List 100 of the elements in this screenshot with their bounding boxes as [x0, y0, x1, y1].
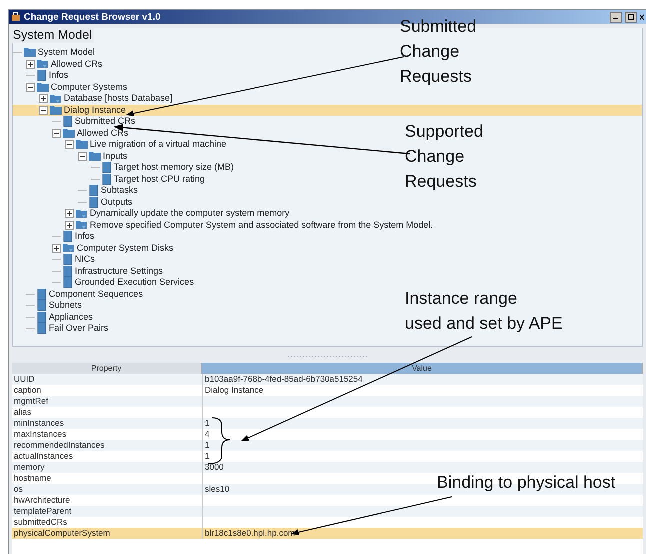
tree-item[interactable]: Infos: [49, 70, 69, 82]
annotation-label: used and set by APE: [405, 313, 563, 335]
property-cell-text: hwArchitecture: [13, 495, 72, 506]
window-title: Change Request Browser v1.0: [24, 12, 162, 22]
property-cell-text: caption: [13, 385, 42, 396]
tree-item[interactable]: Dialog Instance: [64, 104, 126, 116]
annotation-label: Requests: [405, 171, 478, 193]
tree-item[interactable]: Fail Over Pairs: [49, 323, 109, 334]
table-row[interactable]: recommendedInstances 1: [12, 440, 643, 451]
folder-icon: [89, 152, 101, 161]
tree-item[interactable]: Remove specified Computer System and associated software from the System Model.: [90, 220, 434, 231]
property-cell-text: submittedCRs: [13, 517, 68, 528]
folder-icon: [76, 140, 88, 150]
document-icon: [63, 266, 73, 277]
tree-item[interactable]: Allowed CRs: [77, 128, 129, 139]
tree-item[interactable]: Component Sequences: [49, 288, 144, 300]
minus-icon[interactable]: [67, 142, 72, 148]
tree-item[interactable]: Database [hosts Database]: [64, 93, 173, 104]
tree-item[interactable]: Live migration of a virtual machine: [90, 139, 227, 150]
tree-item[interactable]: Submitted CRs: [75, 116, 136, 128]
annotation-label: Requests: [400, 66, 473, 88]
document-icon: [102, 162, 112, 174]
plus-icon[interactable]: [67, 211, 72, 216]
document-icon: [63, 231, 73, 242]
minus-icon[interactable]: [54, 130, 59, 136]
tree-item[interactable]: Inputs: [103, 150, 128, 162]
tree-item[interactable]: Computer System Disks: [77, 242, 174, 254]
table-row[interactable]: UUID b103aa9f-768b-4fed-85ad-6b730a515254: [12, 374, 643, 385]
tree-item[interactable]: Computer Systems: [51, 82, 128, 93]
tree-item[interactable]: Target host memory size (MB): [114, 162, 234, 174]
annotation-label: Instance range: [405, 288, 518, 310]
folder-arrow-icon: [50, 94, 62, 104]
plus-icon[interactable]: [28, 62, 33, 67]
document-icon: [63, 277, 73, 288]
tree-item[interactable]: NICs: [75, 254, 95, 266]
plus-icon[interactable]: [41, 96, 46, 102]
table-row[interactable]: mgmtRef: [12, 396, 643, 407]
document-icon: [37, 288, 47, 300]
tree-item[interactable]: Infos: [75, 231, 95, 242]
table-row[interactable]: minInstances 1: [12, 418, 643, 429]
property-cell-text: templateParent: [13, 506, 73, 517]
property-cell-text: memory: [13, 462, 46, 473]
plus-icon[interactable]: [54, 246, 59, 251]
document-icon: [37, 312, 47, 323]
table-row[interactable]: physicalComputerSystem blr18c1s8e0.hpl.hp.com: [12, 528, 643, 539]
tree-item[interactable]: Subnets: [49, 300, 82, 312]
property-cell-text: maxInstances: [13, 429, 68, 440]
folder-arrow-icon: [76, 208, 88, 219]
document-icon: [63, 254, 73, 266]
folder-icon: [63, 128, 75, 138]
plus-icon[interactable]: [67, 222, 72, 228]
property-cell-text: actualInstances: [13, 451, 74, 462]
tree-item[interactable]: Appliances: [49, 312, 94, 323]
document-icon: [89, 185, 99, 196]
folder-arrow-icon: [63, 243, 75, 254]
property-cell-text: hostname: [13, 473, 52, 484]
tree-item[interactable]: Target host CPU rating: [114, 174, 206, 185]
annotation-label: Change: [405, 146, 466, 168]
minus-icon[interactable]: [80, 154, 85, 159]
curly-brace: [208, 418, 230, 464]
folder-icon: [37, 82, 49, 92]
folder-icon: [50, 106, 62, 115]
tree-item[interactable]: System Model: [38, 47, 96, 58]
tree-item[interactable]: Outputs: [101, 196, 133, 208]
value-cell: blr18c1s8e0.hpl.hp.com: [202, 528, 643, 539]
column-header[interactable]: Value: [202, 363, 643, 374]
table-row[interactable]: templateParent: [12, 506, 643, 517]
close-icon[interactable]: [640, 12, 644, 22]
minus-icon[interactable]: [28, 84, 33, 90]
table-row[interactable]: memory 3000: [12, 462, 643, 473]
app-icon: [11, 12, 21, 22]
splitter-grip-icon[interactable]: [288, 354, 368, 358]
panel-title: System Model: [11, 28, 94, 43]
document-icon: [37, 300, 47, 312]
annotation-label: Supported: [405, 121, 484, 143]
annotation-label: Change: [400, 41, 461, 63]
minus-icon[interactable]: [41, 108, 46, 113]
folder-arrow-icon: [37, 59, 49, 70]
column-header[interactable]: Property: [12, 363, 202, 374]
folder-arrow-icon: [76, 220, 88, 230]
folder-icon: [24, 48, 36, 58]
annotation-label: Submitted: [400, 16, 477, 38]
document-icon: [37, 323, 47, 334]
document-icon: [89, 196, 99, 208]
property-cell-text: os: [13, 484, 24, 495]
tree-item[interactable]: Infrastructure Settings: [75, 266, 164, 277]
property-cell-text: UUID: [13, 374, 36, 385]
tree-item[interactable]: Allowed CRs: [51, 58, 103, 70]
tree-item[interactable]: Subtasks: [101, 185, 138, 196]
tree-item[interactable]: Grounded Execution Services: [75, 277, 194, 288]
tree-item[interactable]: Dynamically update the computer system memory: [90, 208, 290, 220]
document-icon: [63, 116, 73, 128]
maximize-icon[interactable]: [628, 14, 634, 20]
document-icon: [37, 70, 47, 82]
property-cell-text: recommendedInstances: [13, 440, 106, 451]
property-cell-text: alias: [13, 407, 32, 418]
document-icon: [102, 174, 112, 185]
property-cell-text: minInstances: [13, 418, 66, 429]
property-cell-text: mgmtRef: [13, 396, 50, 407]
property-cell-text: physicalComputerSystem: [13, 528, 112, 539]
